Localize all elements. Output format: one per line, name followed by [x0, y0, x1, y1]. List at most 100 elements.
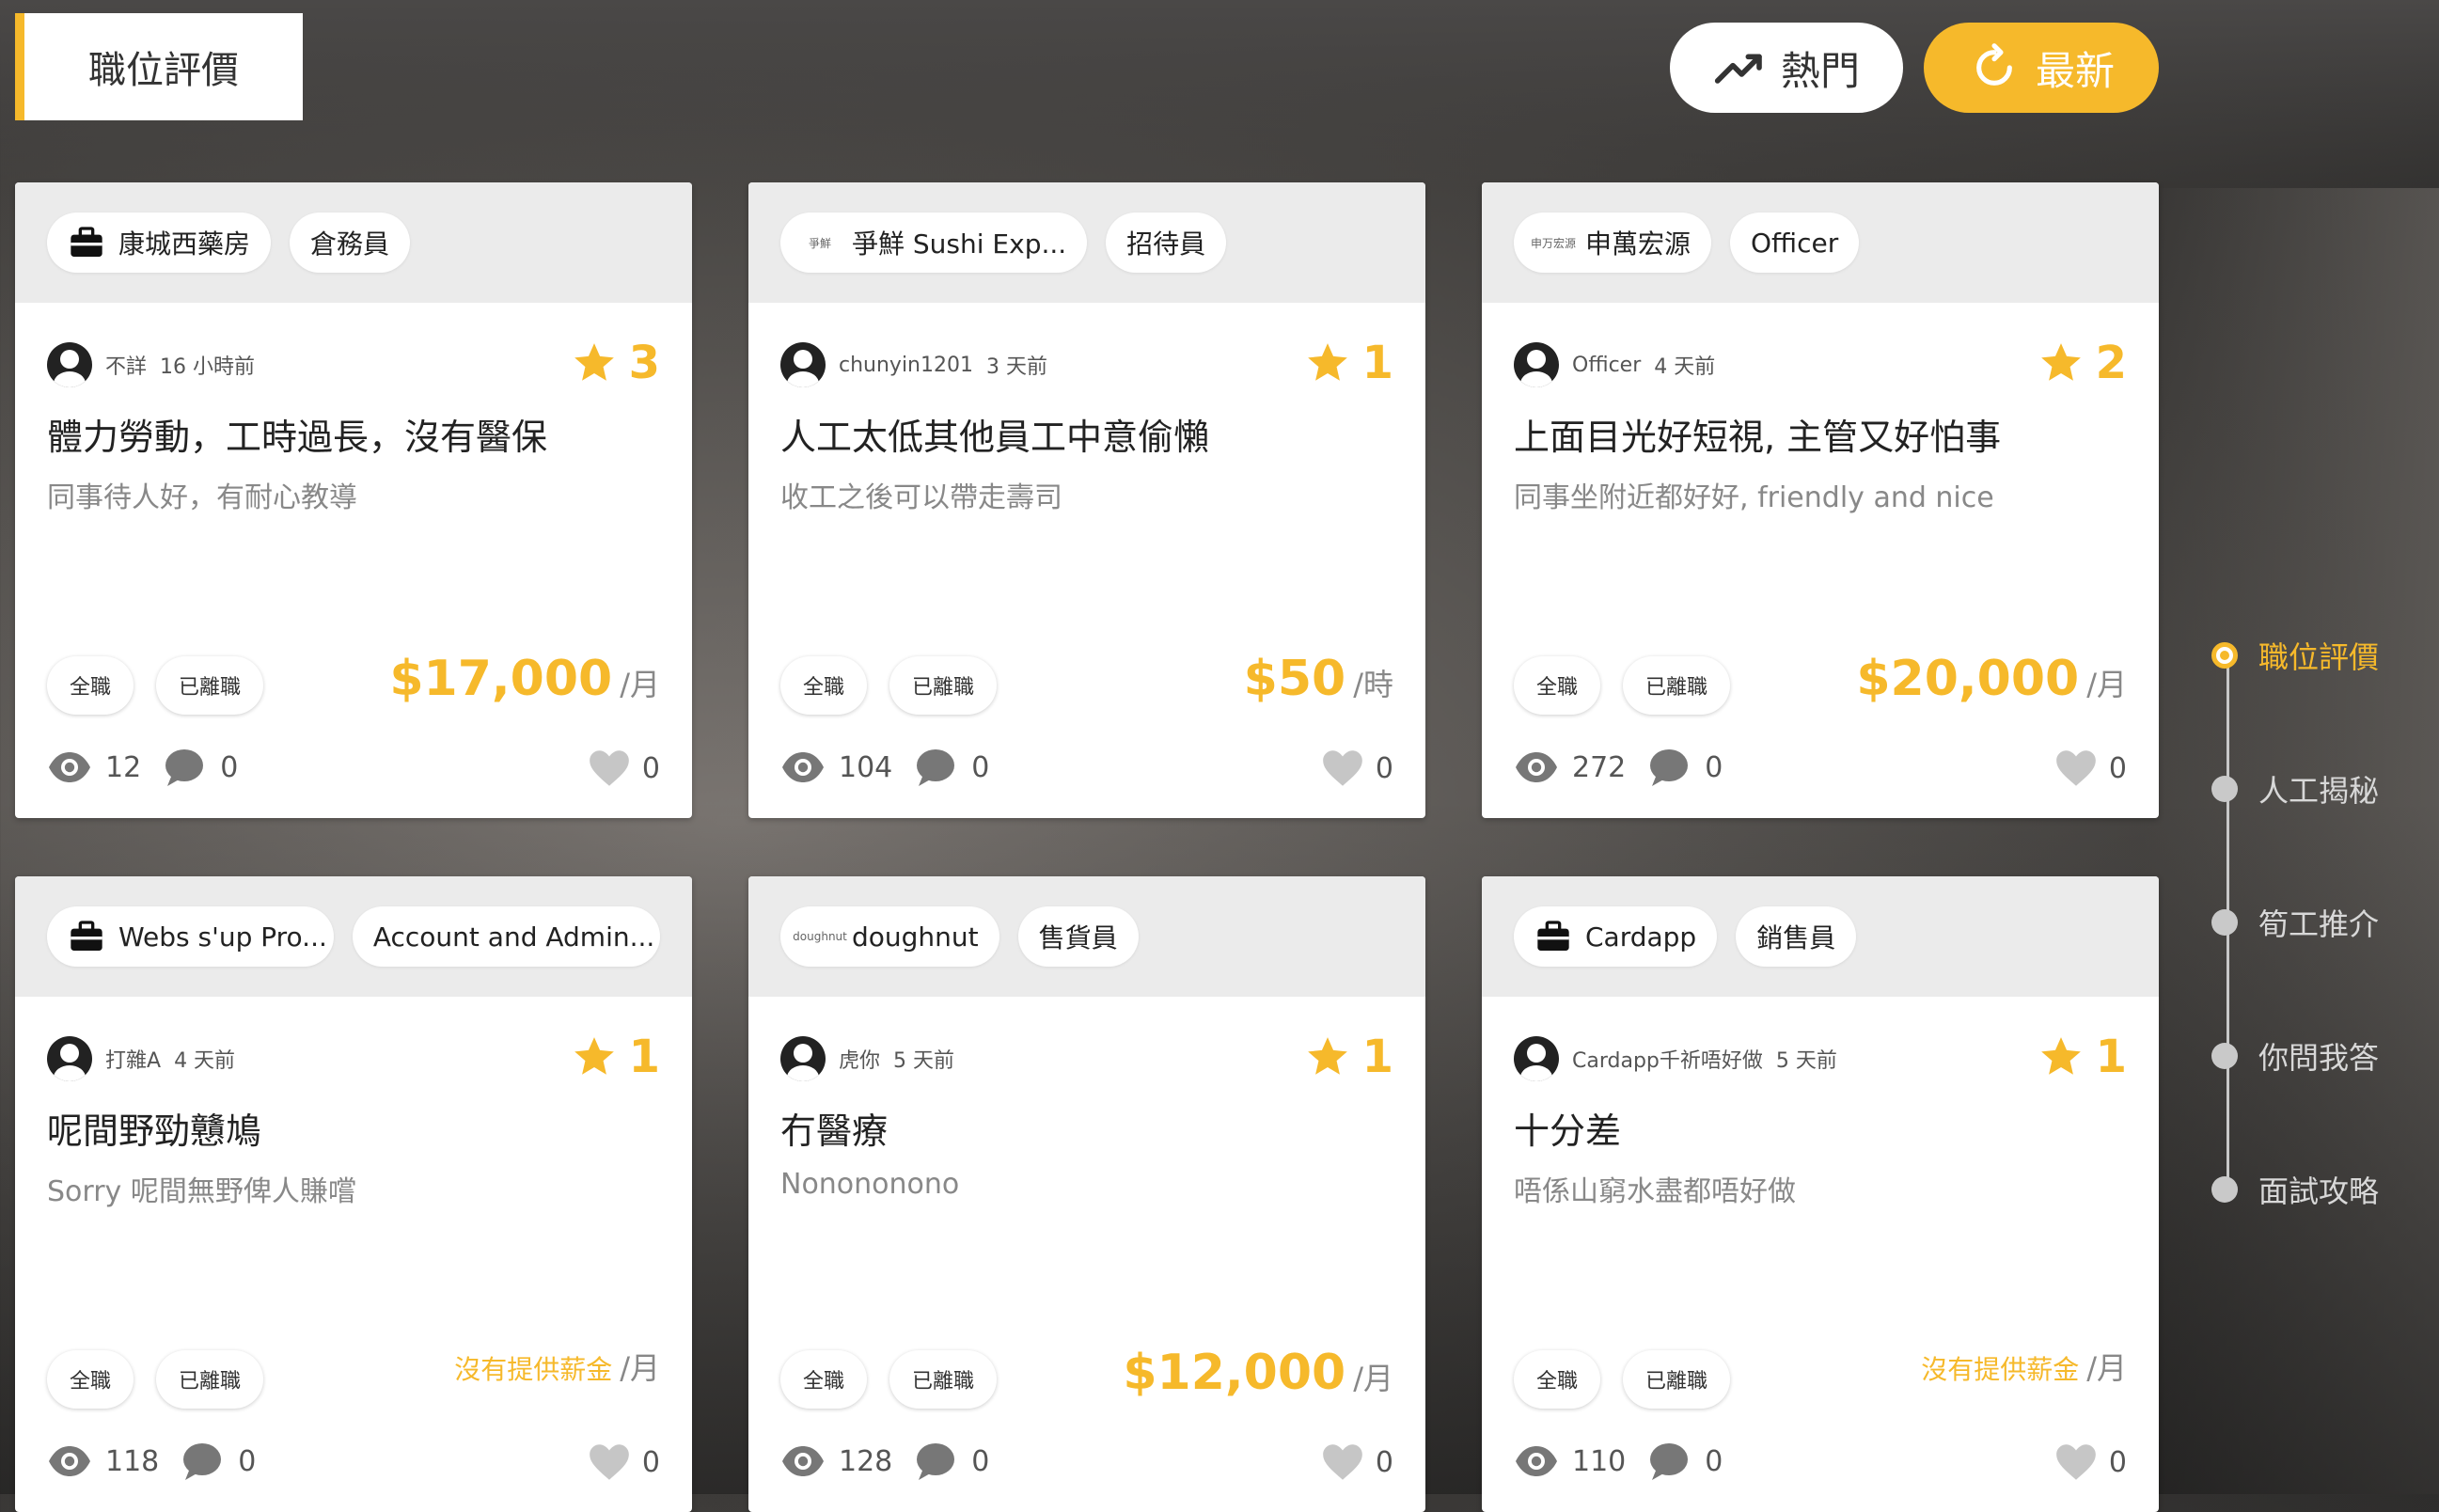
timeline-item[interactable]: 筍工推介: [2211, 901, 2379, 944]
view-count: 128: [839, 1444, 893, 1478]
review-title[interactable]: 冇醫療: [780, 1102, 888, 1154]
like-button[interactable]: 0: [1319, 745, 1393, 792]
section-title: 職位評價: [15, 13, 303, 120]
review-card[interactable]: 申万宏源 申萬宏源 Officer Officer 4 天前 2 上面目光好短視…: [1482, 182, 2159, 818]
company-name: 爭鮮 Sushi Exp...: [852, 228, 1067, 260]
rating-value: 3: [628, 337, 660, 389]
review-card[interactable]: 康城西藥房 倉務員 不詳 16 小時前 3 體力勞動，工時過長，沒有醫保 同事待…: [15, 182, 692, 818]
position-name: Account and Admin...: [372, 921, 655, 953]
timeline-dot: [2211, 1043, 2238, 1069]
position-tag[interactable]: 倉務員: [290, 213, 411, 273]
timeline-dot: [2211, 642, 2238, 669]
review-card[interactable]: Cardapp 銷售員 Cardapp千祈唔好做 5 天前 1 十分差 唔係山窮…: [1482, 876, 2159, 1512]
like-button[interactable]: 0: [586, 745, 660, 792]
card-body: chunyin1201 3 天前 1 人工太低其他員工中意偷懶 收工之後可以帶走…: [748, 303, 1425, 818]
rating: 3: [571, 337, 660, 389]
review-title[interactable]: 人工太低其他員工中意偷懶: [780, 408, 1209, 460]
review-stats: 12 0: [47, 745, 238, 790]
briefcase-icon: [71, 921, 102, 951]
review-comment: Nonononono: [780, 1168, 960, 1201]
like-count: 0: [641, 1445, 660, 1479]
like-button[interactable]: 0: [2053, 745, 2127, 792]
salary-unit: /月: [2086, 1350, 2127, 1386]
post-time: 3 天前: [986, 355, 1047, 379]
company-tag[interactable]: Webs s'up Pro...: [47, 906, 334, 967]
timeline-item[interactable]: 人工揭秘: [2211, 767, 2379, 811]
job-type-chip: 全職: [780, 1350, 868, 1409]
timeline-item[interactable]: 職位評價: [2211, 634, 2379, 677]
avatar: [780, 1036, 826, 1081]
company-logo: 爭鮮: [808, 236, 831, 250]
sort-hot-label: 熱門: [1780, 47, 1860, 94]
comment-count: 0: [1705, 750, 1723, 784]
briefcase-icon: [71, 227, 102, 257]
sort-new-button[interactable]: 最新: [1924, 23, 2159, 113]
review-title[interactable]: 體力勞動，工時過長，沒有醫保: [47, 408, 547, 460]
like-count: 0: [2108, 1445, 2127, 1479]
like-button[interactable]: 0: [2053, 1439, 2127, 1486]
company-tag[interactable]: 爭鮮 爭鮮 Sushi Exp...: [780, 213, 1088, 273]
comment-count: 0: [1705, 1444, 1723, 1478]
review-title[interactable]: 呢間野勁戇鳩: [47, 1102, 261, 1154]
company-tag[interactable]: 申万宏源 申萬宏源: [1514, 213, 1712, 273]
position-tag[interactable]: 招待員: [1106, 213, 1227, 273]
position-name: 銷售員: [1756, 922, 1836, 953]
job-chips: 全職 已離職: [47, 656, 264, 715]
timeline-item[interactable]: 你問我答: [2211, 1034, 2379, 1078]
position-name: 售貨員: [1038, 922, 1118, 953]
review-card[interactable]: 爭鮮 爭鮮 Sushi Exp... 招待員 chunyin1201 3 天前 …: [748, 182, 1425, 818]
card-header: Webs s'up Pro... Account and Admin...: [15, 876, 692, 997]
position-name: Officer: [1751, 227, 1839, 259]
like-count: 0: [1375, 751, 1393, 785]
eye-icon: [782, 752, 824, 782]
post-time: 4 天前: [1654, 355, 1716, 379]
company-name: Cardapp: [1585, 921, 1697, 953]
like-count: 0: [2108, 751, 2127, 785]
status-chip: 已離職: [889, 656, 998, 715]
job-chips: 全職 已離職: [1514, 656, 1731, 715]
review-stats: 110 0: [1514, 1439, 1723, 1484]
salary-amount: $20,000: [1856, 651, 2080, 707]
like-button[interactable]: 0: [586, 1439, 660, 1486]
author-name: chunyin1201: [839, 353, 973, 377]
status-chip: 已離職: [889, 1350, 998, 1409]
rating: 1: [2038, 1031, 2127, 1083]
company-name: Webs s'up Pro...: [118, 921, 327, 953]
position-tag[interactable]: Account and Admin...: [352, 906, 660, 967]
eye-icon: [49, 752, 90, 782]
position-tag[interactable]: 售貨員: [1017, 906, 1139, 967]
position-tag[interactable]: 銷售員: [1736, 906, 1857, 967]
comment-count: 0: [220, 750, 239, 784]
rating-value: 1: [1361, 1031, 1393, 1083]
review-comment: 唔係山窮水盡都唔好做: [1514, 1175, 1796, 1208]
rating-value: 2: [2095, 337, 2127, 389]
review-comment: Sorry 呢間無野俾人賺嚐: [47, 1175, 356, 1208]
status-chip: 已離職: [156, 656, 264, 715]
sort-hot-button[interactable]: 熱門: [1670, 23, 1903, 113]
timeline-item[interactable]: 面試攻略: [2211, 1168, 2379, 1211]
company-tag[interactable]: 康城西藥房: [47, 213, 272, 273]
like-button[interactable]: 0: [1319, 1439, 1393, 1486]
avatar: [47, 342, 92, 387]
review-card[interactable]: Webs s'up Pro... Account and Admin... 打雜…: [15, 876, 692, 1512]
review-card[interactable]: doughnut doughnut 售貨員 虎你 5 天前 1 冇醫療 Nono…: [748, 876, 1425, 1512]
company-tag[interactable]: doughnut doughnut: [780, 906, 999, 967]
post-time: 5 天前: [893, 1049, 955, 1073]
comment-icon: [1650, 1443, 1689, 1480]
card-header: 申万宏源 申萬宏源 Officer: [1482, 182, 2159, 303]
company-logo: doughnut: [793, 930, 847, 943]
review-stats: 118 0: [47, 1439, 256, 1484]
job-type-chip: 全職: [47, 1350, 134, 1409]
company-tag[interactable]: Cardapp: [1514, 906, 1718, 967]
card-body: Officer 4 天前 2 上面目光好短視, 主管又好怕事 同事坐附近都好好,…: [1482, 303, 2159, 818]
rating-value: 1: [2095, 1031, 2127, 1083]
salary: $50 /時: [1244, 651, 1393, 707]
view-count: 118: [105, 1444, 160, 1478]
review-comment: 同事坐附近都好好, friendly and nice: [1514, 481, 1994, 514]
comment-count: 0: [238, 1444, 257, 1478]
review-title[interactable]: 上面目光好短視, 主管又好怕事: [1514, 408, 2001, 460]
position-name: 倉務員: [310, 228, 390, 260]
avatar: [1514, 1036, 1559, 1081]
position-tag[interactable]: Officer: [1730, 213, 1860, 273]
review-title[interactable]: 十分差: [1514, 1102, 1621, 1154]
